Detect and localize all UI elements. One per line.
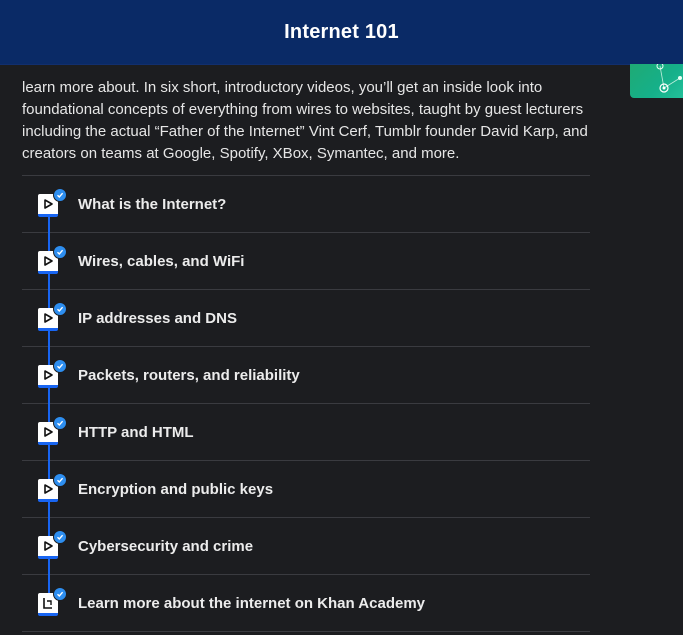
item-label: What is the Internet? [78, 195, 227, 213]
completed-check-icon [53, 530, 67, 544]
item-label: Wires, cables, and WiFi [78, 252, 245, 270]
page-title: Internet 101 [284, 20, 399, 43]
completed-check-icon [53, 245, 67, 259]
list-item[interactable]: IP addresses and DNS [22, 290, 590, 347]
course-content-list: What is the Internet? Wires, cables, and… [22, 175, 590, 632]
completed-check-icon [53, 416, 67, 430]
course-thumbnail[interactable] [630, 64, 683, 98]
completed-check-icon [53, 473, 67, 487]
completed-check-icon [53, 188, 67, 202]
item-label: HTTP and HTML [78, 423, 194, 441]
list-item[interactable]: Cybersecurity and crime [22, 518, 590, 575]
list-item[interactable]: Packets, routers, and reliability [22, 347, 590, 404]
item-label: IP addresses and DNS [78, 309, 237, 327]
list-item[interactable]: Learn more about the internet on Khan Ac… [22, 575, 590, 632]
list-item[interactable]: Encryption and public keys [22, 461, 590, 518]
completed-check-icon [53, 359, 67, 373]
course-description: learn more about. In six short, introduc… [22, 79, 588, 162]
page-header: Internet 101 [0, 0, 683, 65]
item-label: Packets, routers, and reliability [78, 366, 300, 384]
item-label: Learn more about the internet on Khan Ac… [78, 594, 425, 612]
list-item[interactable]: HTTP and HTML [22, 404, 590, 461]
list-item[interactable]: What is the Internet? [22, 176, 590, 233]
list-item[interactable]: Wires, cables, and WiFi [22, 233, 590, 290]
completed-check-icon [53, 302, 67, 316]
completed-check-icon [53, 587, 67, 601]
progress-connector [48, 575, 50, 593]
item-label: Cybersecurity and crime [78, 537, 254, 555]
item-label: Encryption and public keys [78, 480, 274, 498]
network-graphic-icon [656, 64, 682, 93]
